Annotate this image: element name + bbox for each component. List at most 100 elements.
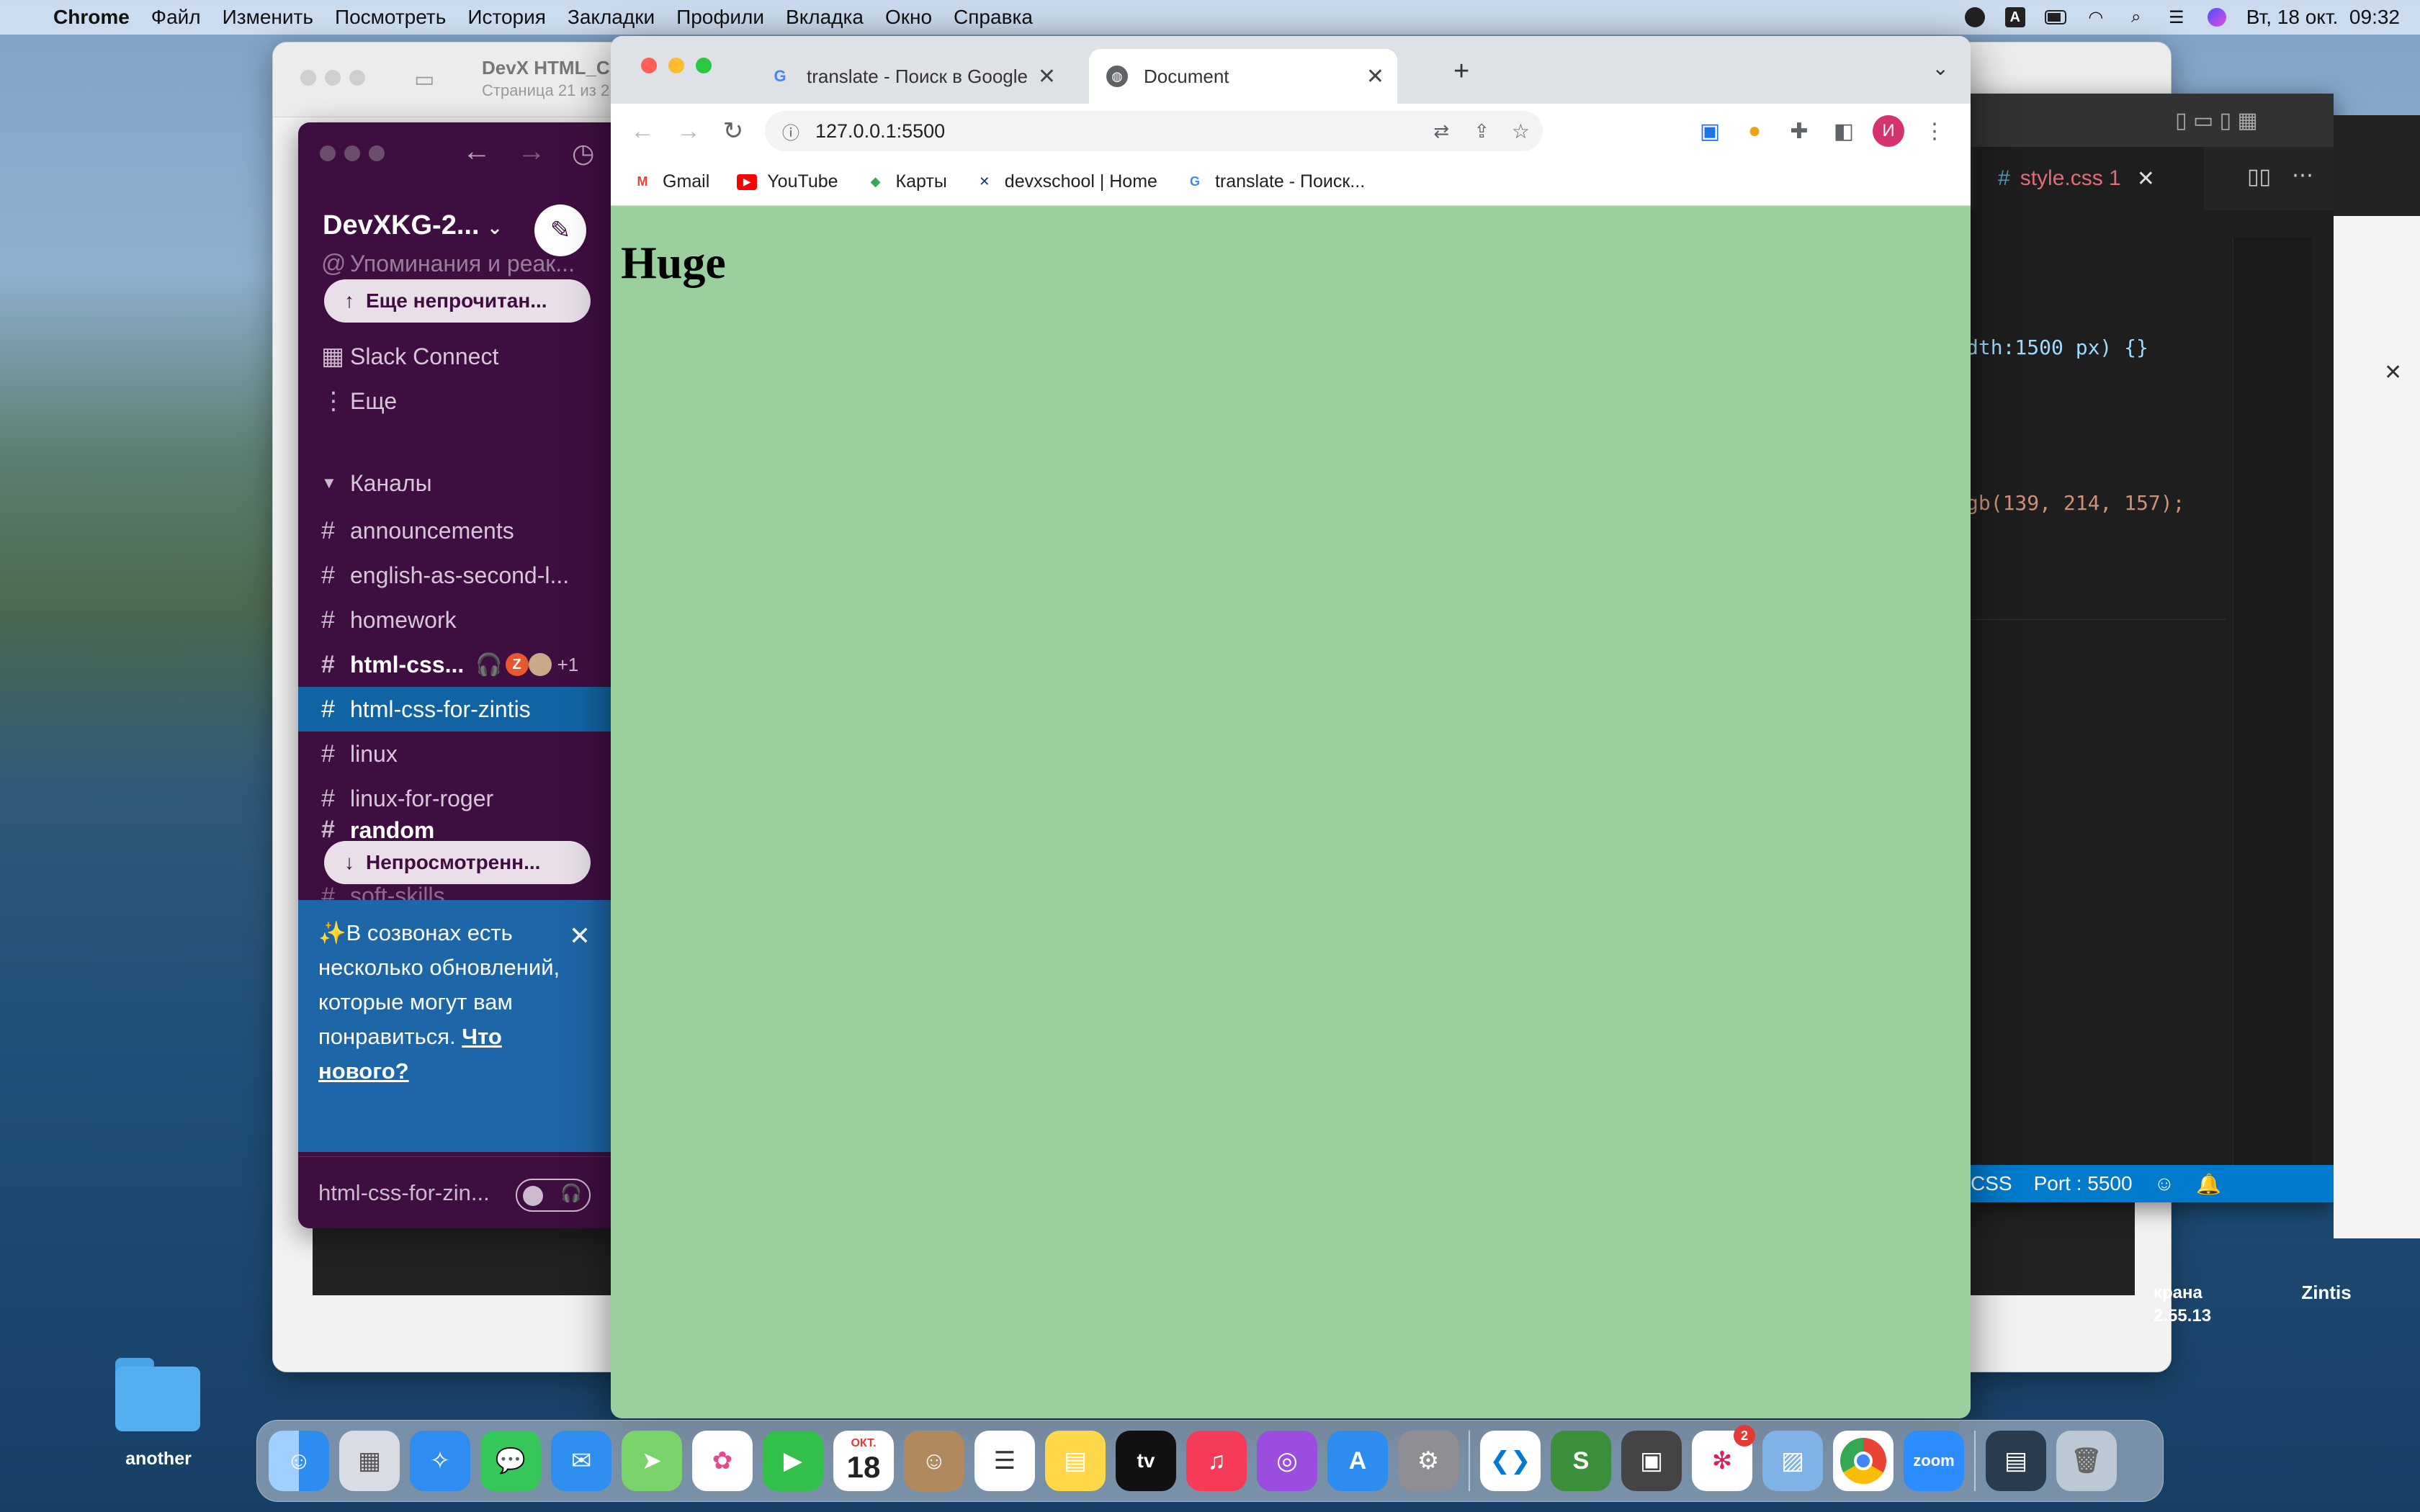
finder-icon[interactable]: ☺ [269, 1431, 329, 1491]
notifications-icon[interactable]: 🔔 [2196, 1172, 2221, 1196]
channel-linux[interactable]: # linux [298, 732, 612, 776]
tab-document[interactable]: ◍ Document ✕ [1089, 49, 1397, 104]
extensions-puzzle-icon[interactable]: ✚ [1780, 112, 1818, 150]
podcasts-icon[interactable]: ◎ [1257, 1431, 1317, 1491]
bookmark-youtube[interactable]: ▶ YouTube [737, 171, 838, 192]
reminders-icon[interactable]: ☰ [974, 1431, 1035, 1491]
menu-history[interactable]: История [467, 6, 546, 29]
code-line-media-query[interactable]: dth:1500 px) {} [1966, 336, 2148, 359]
channel-linux-for-roger[interactable]: # linux-for-roger [298, 776, 612, 821]
chrome-menu-icon[interactable]: ⋮ [1916, 112, 1953, 150]
editor-tab-style-css[interactable]: # style.css 1 ✕ [1973, 147, 2204, 210]
menu-edit[interactable]: Изменить [223, 6, 313, 29]
battery-icon[interactable] [2044, 6, 2066, 28]
maps-icon[interactable]: ➤ [622, 1431, 682, 1491]
address-bar[interactable]: ⓘ 127.0.0.1:5500 ⇄ ⇪ ☆ [765, 111, 1543, 151]
sublime-icon[interactable]: S [1551, 1431, 1611, 1491]
close-icon[interactable]: ✕ [2137, 166, 2155, 192]
layout-toggle-icon[interactable]: ▯ ▭ ▯ ▦ [2175, 108, 2258, 133]
huddle-toggle[interactable]: 🎧 [516, 1179, 591, 1212]
live-server-port[interactable]: Port : 5500 [2034, 1172, 2133, 1195]
zoom-icon[interactable]: zoom [1904, 1431, 1964, 1491]
messages-icon[interactable]: 💬 [480, 1431, 541, 1491]
bookmark-devxschool[interactable]: ✕ devxschool | Home [974, 171, 1157, 192]
mail-icon[interactable]: ✉ [551, 1431, 611, 1491]
menu-bookmarks[interactable]: Закладки [568, 6, 655, 29]
input-source-icon[interactable]: A [2004, 6, 2026, 28]
window-zoom-button[interactable] [349, 70, 365, 86]
reload-icon[interactable]: ↻ [716, 114, 750, 148]
channels-section-header[interactable]: ▼ Каналы [298, 461, 612, 505]
share-icon[interactable]: ⇪ [1474, 120, 1489, 143]
desktop-item-zintis[interactable]: Zintis [2269, 1282, 2384, 1304]
notes-icon[interactable]: ▤ [1045, 1431, 1106, 1491]
desktop-screenshot-label[interactable]: крана 2.55.13 [2154, 1282, 2211, 1328]
forward-arrow-icon[interactable]: → [671, 114, 706, 148]
close-icon[interactable]: ✕ [1366, 64, 1384, 89]
channel-homework[interactable]: # homework [298, 598, 612, 642]
trash-icon[interactable]: 🗑 [2056, 1431, 2117, 1491]
close-icon[interactable]: ✕ [569, 919, 591, 953]
history-clock-icon[interactable]: ◷ [572, 138, 594, 168]
window-close-button[interactable] [300, 70, 316, 86]
facetime-icon[interactable]: ▶ [763, 1431, 823, 1491]
back-arrow-icon[interactable]: ← [625, 114, 660, 148]
close-icon[interactable]: ✕ [1038, 64, 1056, 89]
back-arrow-icon[interactable]: ← [462, 135, 491, 168]
chrome-icon[interactable] [1833, 1431, 1894, 1491]
unread-messages-pill[interactable]: ↑ Еще непрочитан... [324, 279, 591, 323]
preview-icon[interactable]: ▨ [1762, 1431, 1823, 1491]
folder-icon[interactable] [109, 1354, 203, 1433]
menu-window[interactable]: Окно [885, 6, 932, 29]
zoom-status-icon[interactable] [1964, 6, 1986, 28]
more-actions-icon[interactable]: ⋯ [2292, 163, 2313, 188]
channel-announcements[interactable]: # announcements [298, 508, 612, 553]
control-center-icon[interactable]: ☰ [2166, 6, 2187, 28]
bookmark-translate[interactable]: Gtranslate - Поиск... [1185, 171, 1365, 192]
workspace-name[interactable]: DevXKG-2... ⌄ [323, 210, 503, 241]
siri-icon[interactable] [2206, 6, 2228, 28]
profile-avatar[interactable]: И [1870, 112, 1907, 150]
side-panel-icon[interactable]: ◧ [1825, 112, 1863, 150]
unseen-messages-pill[interactable]: ↓ Непросмотренн... [324, 841, 591, 884]
code-line-background[interactable]: gb(139, 214, 157); [1966, 491, 2184, 515]
translate-icon[interactable]: ⇄ [1433, 120, 1449, 143]
extension-screenshot-icon[interactable]: ▣ [1691, 112, 1729, 150]
photos-icon[interactable]: ✿ [692, 1431, 753, 1491]
contacts-icon[interactable]: ☺ [904, 1431, 964, 1491]
menu-file[interactable]: Файл [151, 6, 201, 29]
system-preferences-icon[interactable]: ⚙ [1398, 1431, 1458, 1491]
window-close-button[interactable] [641, 58, 657, 73]
channel-html-css[interactable]: # html-css... 🎧 Z +1 [298, 642, 612, 687]
menu-app-name[interactable]: Chrome [53, 6, 130, 29]
sidebar-item-mentions[interactable]: @ Упоминания и реак... [298, 249, 612, 278]
window-minimize-button[interactable] [344, 145, 360, 161]
menu-view[interactable]: Посмотреть [335, 6, 446, 29]
desktop-folder-label[interactable]: another [86, 1449, 230, 1470]
window-minimize-button[interactable] [668, 58, 684, 73]
forward-arrow-icon[interactable]: → [517, 135, 546, 168]
language-mode[interactable]: CSS [1971, 1172, 2012, 1195]
site-info-icon[interactable]: ⓘ [782, 119, 799, 144]
safari-icon[interactable]: ✧ [410, 1431, 470, 1491]
tab-search-icon[interactable]: ⌄ [1932, 56, 1949, 80]
new-tab-icon[interactable]: + [1453, 56, 1469, 87]
bookmark-star-icon[interactable]: ☆ [1512, 120, 1530, 143]
spotlight-search-icon[interactable]: ⌕ [2125, 6, 2147, 28]
vscode-icon[interactable]: ❮❯ [1480, 1431, 1541, 1491]
menu-help[interactable]: Справка [954, 6, 1033, 29]
window-zoom-button[interactable] [369, 145, 385, 161]
channel-html-css-for-zintis[interactable]: # html-css-for-zintis [298, 687, 612, 732]
close-icon[interactable]: ✕ [2384, 360, 2402, 385]
sidebar-item-more[interactable]: ⋮ Еще [298, 379, 612, 423]
wallet-folder-icon[interactable]: ▤ [1986, 1431, 2046, 1491]
slack-icon[interactable]: ✻ 2 [1692, 1425, 1755, 1491]
window-close-button[interactable] [320, 145, 336, 161]
sidebar-toggle-icon[interactable]: ▭ [414, 67, 434, 92]
calendar-icon[interactable]: ОКТ. 18 [833, 1431, 894, 1491]
tab-translate-google[interactable]: G translate - Поиск в Google ✕ [752, 49, 1069, 104]
minimap[interactable] [2233, 238, 2312, 1174]
sidebar-item-slack-connect[interactable]: ▦ Slack Connect [298, 334, 612, 379]
feedback-icon[interactable]: ☺ [2154, 1172, 2175, 1195]
bookmark-gmail[interactable]: M Gmail [632, 171, 710, 192]
